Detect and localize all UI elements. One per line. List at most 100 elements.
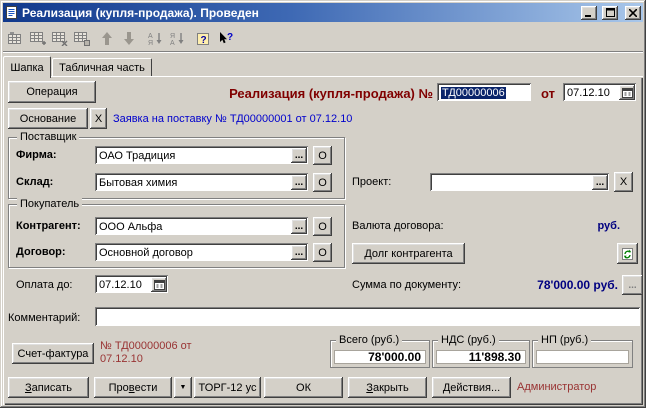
contract-open-button[interactable]: О [313,243,332,262]
currency-value: руб. [597,220,620,232]
warehouse-open-button[interactable]: О [313,173,332,192]
comment-label: Комментарий: [8,312,81,324]
sort-descending-icon: ЯА [170,33,184,46]
delete-row-button[interactable] [48,28,70,50]
contractor-label: Контрагент: [16,220,81,232]
contractor-ellipsis-button[interactable]: ... [291,219,307,234]
close-form-button[interactable]: Закрыть [348,377,427,398]
total-sum-label: Всего (руб.) [336,334,403,347]
minimize-button[interactable] [581,5,597,20]
title-bar[interactable]: Реализация (купля-продажа). Проведен [3,3,643,22]
calendar-icon [621,88,633,98]
post-label-pre: Про [108,381,129,394]
document-icon [5,5,18,20]
project-clear-button[interactable]: X [614,172,633,192]
warehouse-ellipsis-button[interactable]: ... [291,175,307,190]
contract-value: Основной договор [99,246,193,259]
help-button[interactable]: ? [192,28,214,50]
window-title: Реализация (купля-продажа). Проведен [22,5,259,20]
currency-label: Валюта договора: [352,220,444,232]
sum-details-button[interactable]: ... [622,275,643,295]
basis-button[interactable]: Основание [8,108,88,129]
vat-label: НДС (руб.) [438,334,499,347]
move-up-button[interactable] [96,28,118,50]
calendar-icon [153,280,165,290]
payment-calendar-button[interactable] [151,277,167,292]
contract-input[interactable]: Основной договор ... [95,243,309,262]
help-icon: ? [197,32,209,46]
svg-text:?: ? [227,32,233,43]
doc-title: Реализация (купля-продажа) № [229,86,433,101]
firm-open-button[interactable]: О [313,146,332,165]
refresh-sum-button[interactable] [617,243,638,264]
contractor-value: ООО Альфа [99,220,163,233]
tab-table-part-label: Табличная часть [59,61,145,74]
payment-due-label: Оплата до: [16,279,73,291]
calendar-button[interactable] [619,85,635,100]
firm-input[interactable]: ОАО Традиция ... [95,146,309,165]
firm-label: Фирма: [16,149,57,161]
basis-clear-button[interactable]: X [90,108,107,129]
svg-text:?: ? [201,35,207,46]
contract-ellipsis-button[interactable]: ... [291,245,307,260]
svg-text:А: А [148,33,153,40]
project-input[interactable]: ... [430,173,610,192]
add-row-button[interactable] [26,28,48,50]
current-user-label: Администратор [517,381,597,393]
invoice-button[interactable]: Счет-фактура [12,343,94,364]
firm-value: ОАО Традиция [99,149,176,162]
contractor-debt-button[interactable]: Долг контрагента [352,243,465,264]
document-sum-value: 78'000.00 руб. [537,278,618,292]
torg12-button[interactable]: ТОРГ-12 ус [194,377,261,398]
firm-ellipsis-button[interactable]: ... [291,148,307,163]
save-button[interactable]: Записать [8,377,89,398]
svg-text:Я: Я [148,40,153,46]
move-down-button[interactable] [118,28,140,50]
refresh-icon [622,247,633,260]
sort-ascending-icon: АЯ [148,33,162,46]
save-label-mnemonic: З [24,381,32,394]
sales-tax-box: НП (руб.) [532,334,633,368]
post-menu-button[interactable]: ▼ [174,377,192,398]
actions-button[interactable]: Действия... [432,377,511,398]
maximize-button[interactable] [602,5,618,20]
chevron-down-icon: ▼ [179,384,187,391]
post-label-rest: ести [134,381,158,394]
invoice-info-line2: 07.12.10 [100,353,143,365]
close-label-rest: акрыть [372,381,409,394]
tab-header[interactable]: Шапка [3,56,51,78]
sort-ascending-button[interactable]: АЯ [144,28,166,50]
supplier-group-label: Поставщик [17,131,80,144]
doc-number-input[interactable]: ТД00000006 [437,83,532,102]
sort-descending-button[interactable]: ЯА [166,28,188,50]
comment-input[interactable] [95,307,641,327]
operation-button[interactable]: Операция [8,81,96,103]
svg-text:Я: Я [170,33,175,40]
total-sum-box: Всего (руб.) 78'000.00 [330,334,430,368]
project-label: Проект: [352,176,392,188]
payment-due-input[interactable]: 07.12.10 [95,275,169,294]
project-ellipsis-button[interactable]: ... [592,175,608,190]
post-button[interactable]: Про в ести [94,377,172,398]
close-button[interactable] [625,5,641,20]
basis-text: Заявка на поставку № ТД00000001 от 07.12… [113,113,353,125]
copy-row-icon [73,32,90,46]
contract-label: Договор: [16,246,66,258]
toolbar-separator [3,51,643,53]
tab-header-label: Шапка [10,61,44,74]
tab-table-part[interactable]: Табличная часть [52,58,152,76]
context-help-button[interactable]: ? [214,28,236,50]
contractor-open-button[interactable]: О [313,217,332,236]
warehouse-input[interactable]: Бытовая химия ... [95,173,309,192]
contractor-input[interactable]: ООО Альфа ... [95,217,309,236]
edit-row-button[interactable] [4,28,26,50]
warehouse-label: Склад: [16,176,54,188]
warehouse-value: Бытовая химия [99,176,178,189]
total-sum-value: 78'000.00 [334,350,426,364]
actions-label-mnemonic: Д [442,381,451,394]
edit-row-icon [8,31,21,44]
doc-date-input[interactable]: 07.12.10 [563,83,637,102]
ok-button[interactable]: ОК [264,377,343,398]
payment-due-value: 07.12.10 [99,278,142,291]
copy-row-button[interactable] [70,28,92,50]
